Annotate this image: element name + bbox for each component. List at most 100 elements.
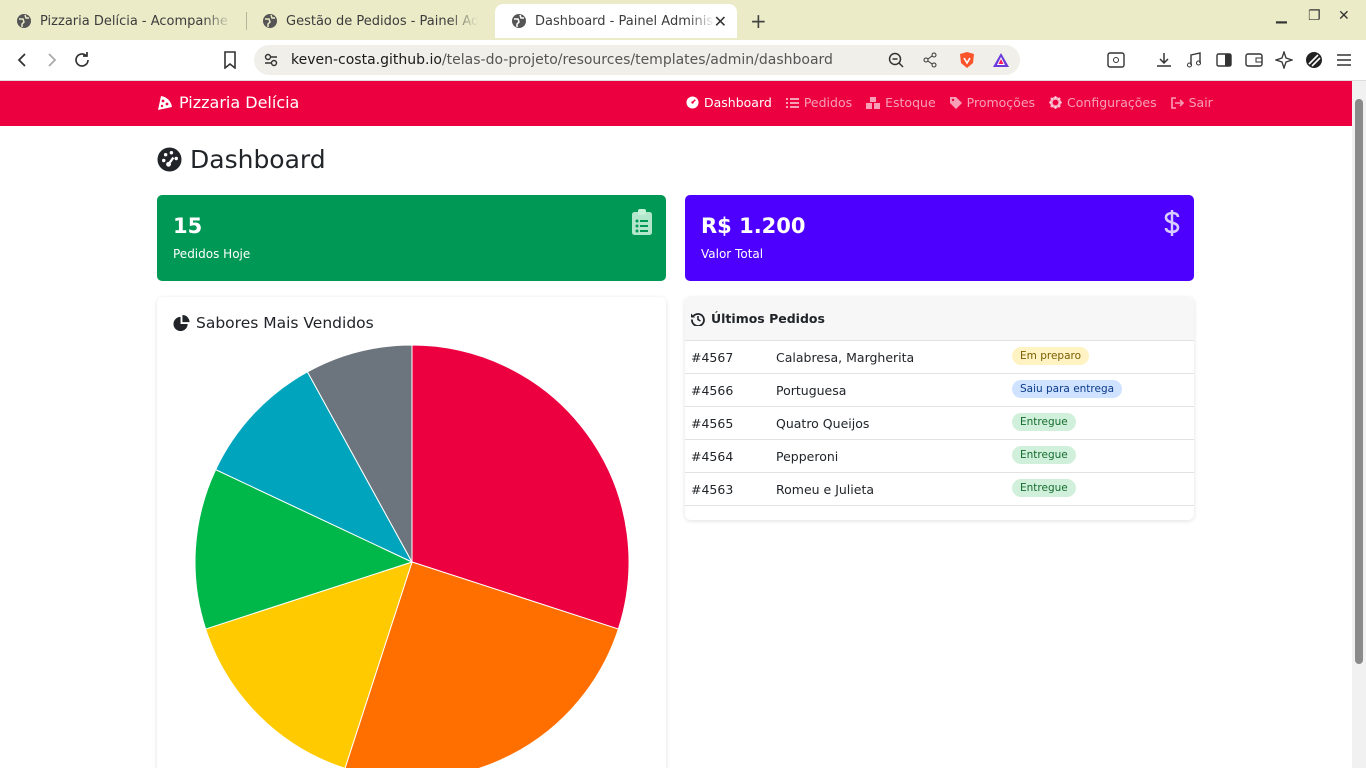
globe-icon xyxy=(512,14,526,28)
top-navbar: Pizzaria Delícia Dashboard Pedidos Estoq… xyxy=(0,81,1352,126)
brand-link[interactable]: Pizzaria Delícia xyxy=(157,93,299,112)
stat-card-total-value: R$ 1.200 Valor Total xyxy=(685,195,1194,281)
browser-tab-title: Pizzaria Delícia - Acompanhe seu Pedido xyxy=(40,13,232,29)
media-icon[interactable] xyxy=(1184,50,1204,70)
order-id: #4566 xyxy=(691,383,734,398)
nav-link-label: Dashboard xyxy=(704,95,772,110)
order-id: #4567 xyxy=(691,350,734,365)
vpn-icon[interactable] xyxy=(1304,50,1324,70)
nav-link-label: Promoções xyxy=(966,95,1036,110)
brave-shield-icon[interactable] xyxy=(957,50,977,70)
stat-value: R$ 1.200 xyxy=(701,214,806,238)
recent-orders-header: Últimos Pedidos xyxy=(685,297,1194,341)
restore-icon[interactable]: ❐ xyxy=(1308,8,1321,24)
page-title-text: Dashboard xyxy=(190,145,326,174)
recent-orders-title: Últimos Pedidos xyxy=(711,311,825,326)
pizza-slice-icon xyxy=(158,95,172,110)
browser-tab-bar: Pizzaria Delícia - Acompanhe seu Pedido … xyxy=(0,0,1366,40)
boxes-icon xyxy=(866,96,881,109)
menu-icon[interactable] xyxy=(1334,50,1354,70)
leo-ai-icon[interactable] xyxy=(1274,50,1294,70)
order-id: #4565 xyxy=(691,416,734,431)
order-row[interactable]: #4564 Pepperoni Entregue xyxy=(685,440,1194,473)
order-id: #4564 xyxy=(691,449,734,464)
gear-icon xyxy=(1049,96,1063,109)
stat-card-orders-today: 15 Pedidos Hoje xyxy=(157,195,666,281)
clipboard-list-icon xyxy=(632,209,652,235)
reload-icon[interactable] xyxy=(72,50,92,70)
status-badge: Entregue xyxy=(1012,479,1076,497)
status-badge: Saiu para entrega xyxy=(1012,380,1123,398)
brand-name: Pizzaria Delícia xyxy=(179,93,300,112)
nav-link-label: Sair xyxy=(1188,95,1213,110)
order-row[interactable]: #4565 Quatro Queijos Entregue xyxy=(685,407,1194,440)
wallet-icon[interactable] xyxy=(1244,50,1264,70)
globe-icon xyxy=(263,14,277,28)
status-badge: Entregue xyxy=(1012,413,1076,431)
url-path: /telas-do-projeto/resources/templates/ad… xyxy=(441,52,833,68)
nav-link-sair[interactable]: Sair xyxy=(1170,95,1213,110)
reader-mode-icon[interactable] xyxy=(1106,50,1126,70)
nav-link-pedidos[interactable]: Pedidos xyxy=(785,95,853,110)
page-viewport: Pizzaria Delícia Dashboard Pedidos Estoq… xyxy=(0,81,1352,768)
nav-link-estoque[interactable]: Estoque xyxy=(866,95,936,110)
dollar-icon xyxy=(1164,210,1180,236)
bookmark-icon[interactable] xyxy=(220,50,240,70)
history-icon xyxy=(691,312,705,326)
back-icon[interactable] xyxy=(12,50,32,70)
tachometer-icon xyxy=(157,147,182,172)
order-items: Quatro Queijos xyxy=(776,416,870,431)
order-row[interactable]: #4567 Calabresa, Margherita Em preparo xyxy=(685,341,1194,374)
status-badge: Em preparo xyxy=(1012,347,1090,365)
zoom-out-icon[interactable] xyxy=(888,52,904,68)
order-items: Pepperoni xyxy=(776,449,839,464)
new-tab-icon[interactable]: + xyxy=(750,9,767,33)
url-host: keven-costa.github.io xyxy=(291,52,442,68)
download-icon[interactable] xyxy=(1154,50,1174,70)
scrollbar-thumb[interactable] xyxy=(1355,99,1363,664)
recent-orders-card: Últimos Pedidos #4567 Calabresa, Margheri… xyxy=(685,297,1194,520)
forward-icon[interactable] xyxy=(42,50,62,70)
nav-link-label: Pedidos xyxy=(803,95,853,110)
order-items: Calabresa, Margherita xyxy=(776,350,915,365)
list-icon xyxy=(785,97,799,108)
site-settings-icon[interactable] xyxy=(264,53,278,67)
brave-rewards-icon[interactable] xyxy=(991,50,1011,70)
tag-icon xyxy=(949,96,962,109)
address-bar[interactable]: keven-costa.github.io/telas-do-projeto/r… xyxy=(254,45,1020,75)
share-icon[interactable] xyxy=(922,52,938,68)
pie-chart xyxy=(194,344,630,768)
browser-tab-1[interactable]: Pizzaria Delícia - Acompanhe seu Pedido xyxy=(0,6,246,36)
nav-link-dashboard[interactable]: Dashboard xyxy=(686,95,772,110)
order-items: Romeu e Julieta xyxy=(776,482,875,497)
order-id: #4563 xyxy=(691,482,734,497)
page-scrollbar[interactable] xyxy=(1352,81,1366,768)
url-text: keven-costa.github.io/telas-do-projeto/r… xyxy=(291,52,833,68)
order-items: Portuguesa xyxy=(776,383,847,398)
browser-toolbar: keven-costa.github.io/telas-do-projeto/r… xyxy=(0,40,1366,81)
chart-card: Sabores Mais Vendidos xyxy=(157,297,666,768)
stat-value: 15 xyxy=(173,214,203,238)
nav-link-configuracoes[interactable]: Configurações xyxy=(1049,95,1157,110)
minimize-icon[interactable]: ▁ xyxy=(1276,8,1287,24)
order-row[interactable]: #4566 Portuguesa Saiu para entrega xyxy=(685,374,1194,407)
nav-link-promocoes[interactable]: Promoções xyxy=(949,95,1036,110)
browser-tab-title: Gestão de Pedidos - Painel Administrativ… xyxy=(286,13,478,29)
stat-label: Valor Total xyxy=(701,247,764,261)
stat-label: Pedidos Hoje xyxy=(173,247,251,261)
close-tab-icon[interactable]: ✕ xyxy=(714,12,727,31)
page-title: Dashboard xyxy=(157,145,326,174)
status-badge: Entregue xyxy=(1012,446,1076,464)
order-row[interactable]: #4563 Romeu e Julieta Entregue xyxy=(685,473,1194,506)
nav-link-label: Estoque xyxy=(885,95,936,110)
gauge-icon xyxy=(686,96,699,109)
globe-icon xyxy=(17,14,31,28)
sidebar-icon[interactable] xyxy=(1214,50,1234,70)
browser-tab-3-active[interactable]: Dashboard - Painel Administrativo ✕ xyxy=(495,4,737,38)
nav-link-label: Configurações xyxy=(1067,95,1157,110)
nav-links: Dashboard Pedidos Estoque Promoções Conf… xyxy=(686,95,1227,110)
sign-out-icon xyxy=(1170,96,1184,109)
browser-tab-title: Dashboard - Painel Administrativo xyxy=(535,13,715,29)
close-window-icon[interactable]: ✕ xyxy=(1338,8,1350,24)
browser-tab-2[interactable]: Gestão de Pedidos - Painel Administrativ… xyxy=(246,6,492,36)
